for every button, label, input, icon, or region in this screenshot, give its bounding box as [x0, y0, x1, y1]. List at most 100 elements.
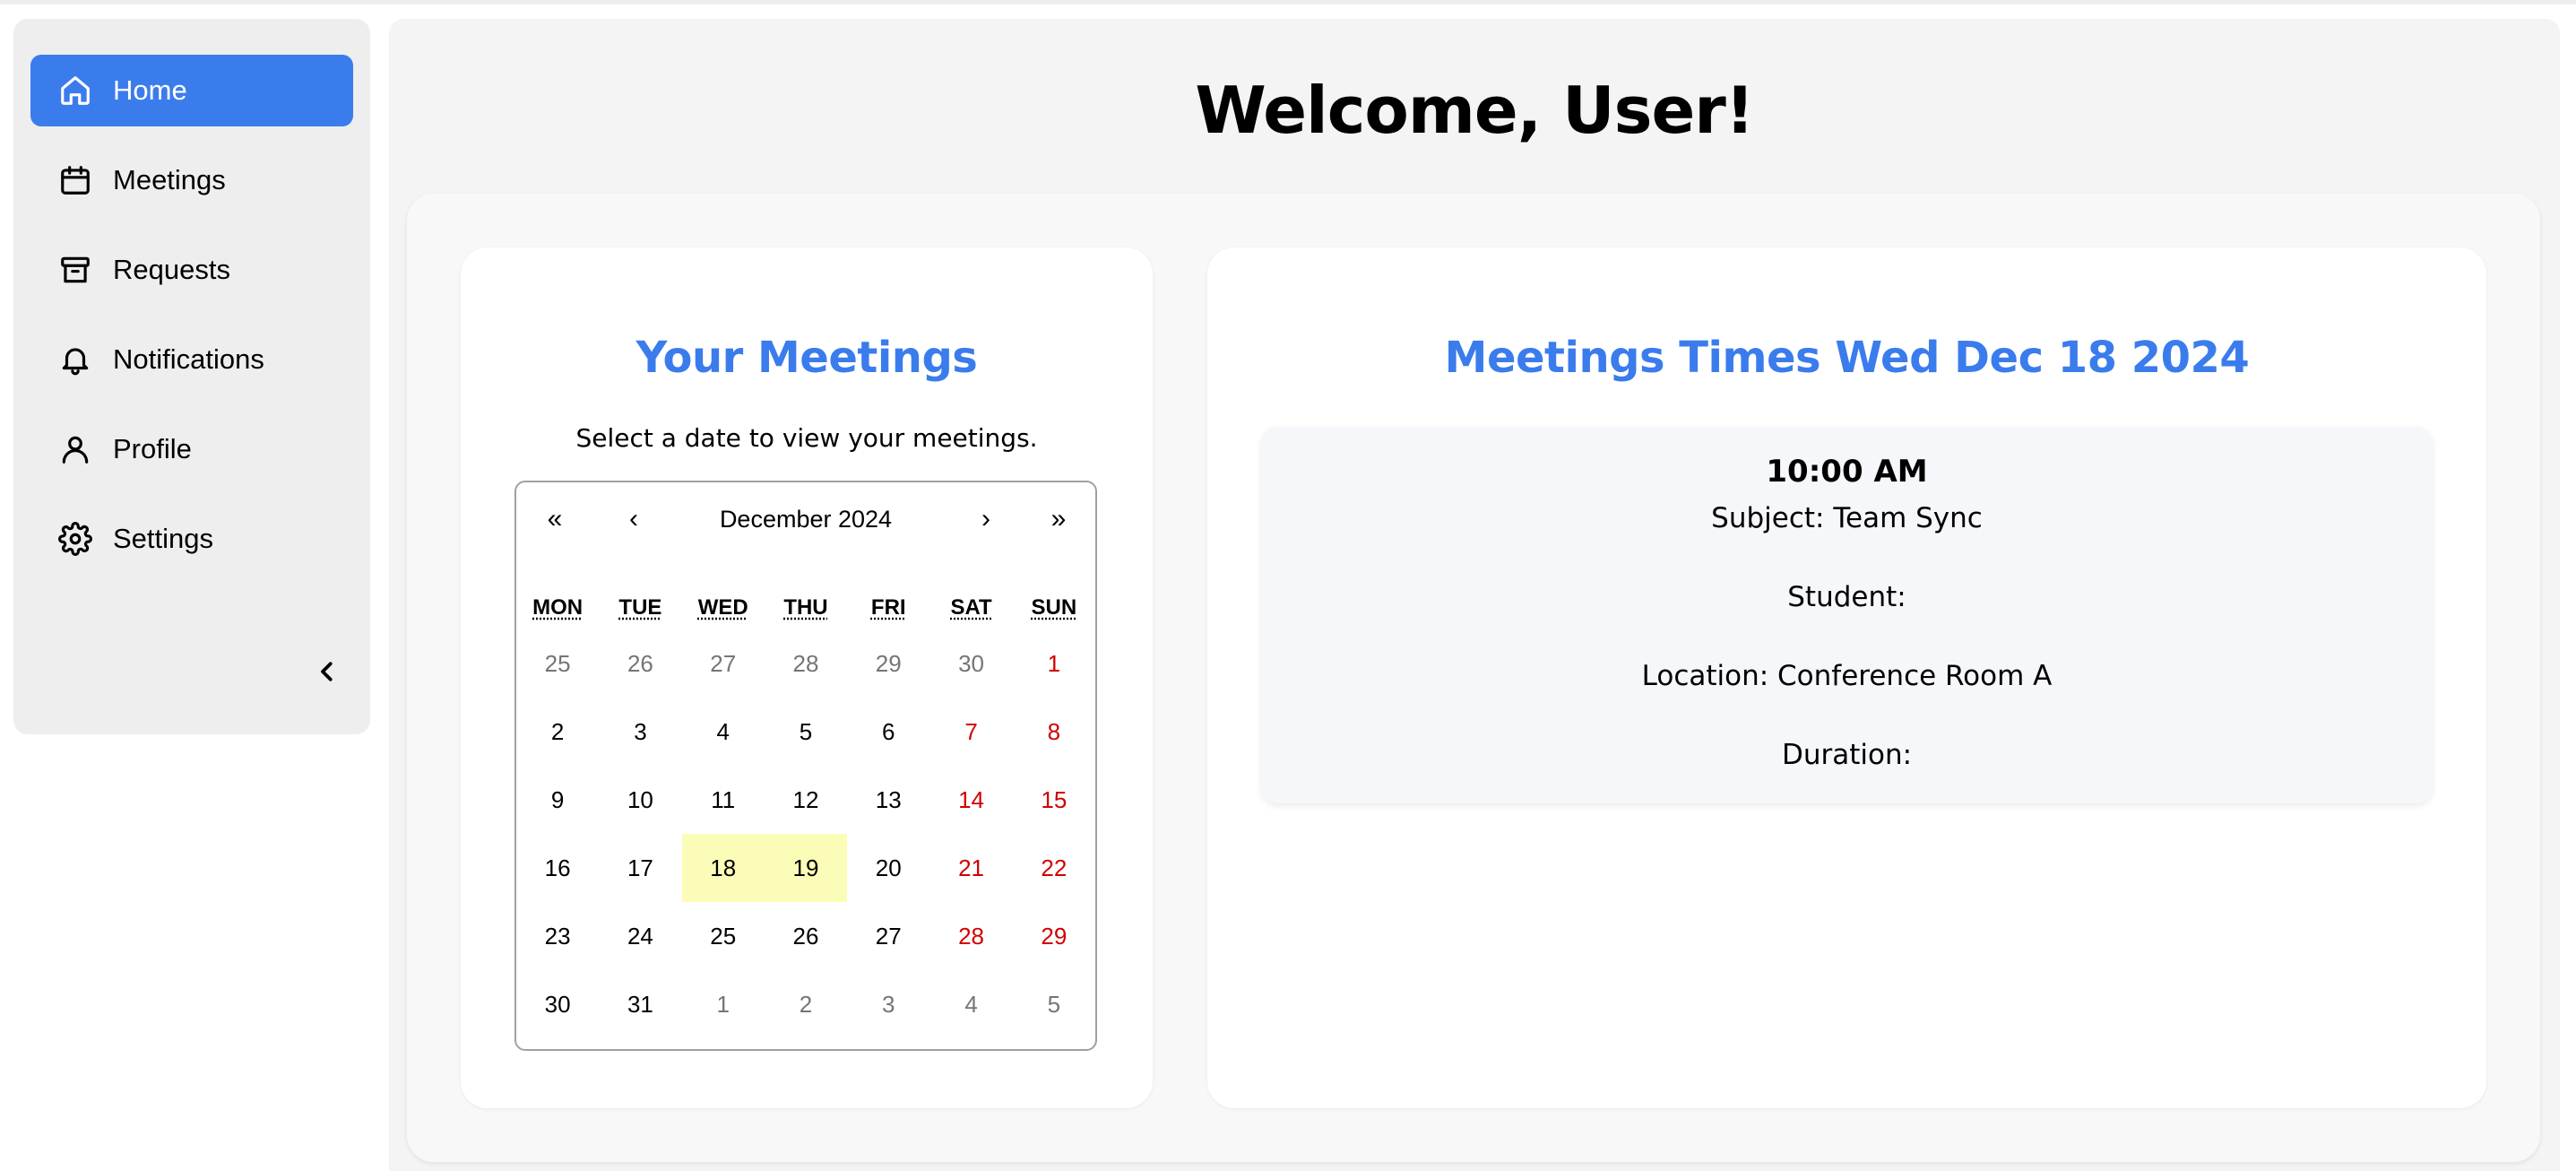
next-year-button[interactable]: »	[1027, 497, 1090, 542]
meeting-times-title: Meetings Times Wed Dec 18 2024	[1444, 333, 2250, 383]
sidebar-item-home[interactable]: Home	[30, 55, 353, 126]
sidebar: Home Meetings Requests Notifications Pro…	[13, 19, 370, 734]
weekday-header: MON TUE WED THU FRI SAT SUN	[516, 595, 1095, 620]
calendar-day[interactable]: 27	[682, 629, 765, 698]
meeting-subject: Subject: Team Sync	[1711, 502, 1983, 534]
sidebar-item-label: Notifications	[113, 343, 264, 375]
calendar-day[interactable]: 31	[599, 970, 681, 1038]
calendar-day[interactable]: 2	[765, 970, 847, 1038]
weekday-label: SAT	[950, 595, 992, 620]
sidebar-item-label: Requests	[113, 254, 230, 285]
calendar-day[interactable]: 29	[847, 629, 929, 698]
calendar-day[interactable]: 10	[599, 766, 681, 834]
page-title: Welcome, User!	[1195, 73, 1754, 148]
prev-month-button[interactable]: ‹	[602, 497, 665, 542]
month-label[interactable]: December 2024	[660, 497, 952, 542]
calendar-day[interactable]: 12	[765, 766, 847, 834]
user-icon	[57, 431, 93, 467]
calendar-icon	[57, 162, 93, 198]
calendar-week: 16 17 18 19 20 21 22	[516, 834, 1095, 902]
calendar-day[interactable]: 30	[516, 970, 599, 1038]
gear-icon	[57, 521, 93, 557]
your-meetings-title: Your Meetings	[635, 333, 978, 383]
chevron-left-icon	[314, 658, 341, 690]
sidebar-item-profile[interactable]: Profile	[30, 413, 353, 485]
calendar-day[interactable]: 22	[1013, 834, 1095, 902]
calendar: « ‹ December 2024 › » MON TUE WED THU FR…	[514, 481, 1097, 1051]
sidebar-item-requests[interactable]: Requests	[30, 234, 353, 306]
content-panel: Your Meetings Select a date to view your…	[407, 194, 2540, 1162]
sidebar-item-label: Settings	[113, 523, 214, 554]
calendar-week: 9 10 11 12 13 14 15	[516, 766, 1095, 834]
calendar-day[interactable]: 25	[516, 629, 599, 698]
calendar-day[interactable]: 21	[929, 834, 1012, 902]
calendar-day[interactable]: 18	[681, 834, 765, 902]
calendar-day[interactable]: 3	[847, 970, 929, 1038]
calendar-day[interactable]: 23	[516, 902, 599, 970]
calendar-day[interactable]: 6	[847, 698, 929, 766]
weekday-label: SUN	[1031, 595, 1077, 620]
calendar-day[interactable]: 16	[516, 834, 599, 902]
calendar-day[interactable]: 20	[847, 834, 929, 902]
calendar-navigation: « ‹ December 2024 › »	[516, 482, 1095, 559]
sidebar-item-label: Profile	[113, 433, 192, 464]
meeting-student: Student:	[1787, 581, 1906, 613]
sidebar-item-meetings[interactable]: Meetings	[30, 144, 353, 216]
sidebar-item-settings[interactable]: Settings	[30, 503, 353, 575]
main-area: Welcome, User! Your Meetings Select a da…	[389, 19, 2560, 1171]
meeting-duration: Duration:	[1781, 739, 1913, 771]
calendar-day[interactable]: 8	[1013, 698, 1095, 766]
calendar-day[interactable]: 15	[1013, 766, 1095, 834]
prev-year-button[interactable]: «	[523, 497, 586, 542]
calendar-day[interactable]: 26	[765, 902, 847, 970]
sidebar-item-notifications[interactable]: Notifications	[30, 324, 353, 395]
calendar-day[interactable]: 2	[516, 698, 599, 766]
calendar-week: 25 26 27 28 29 30 1	[516, 629, 1095, 698]
calendar-day[interactable]: 29	[1013, 902, 1095, 970]
calendar-day[interactable]: 25	[682, 902, 765, 970]
meeting-location: Location: Conference Room A	[1641, 660, 2053, 692]
archive-icon	[57, 252, 93, 288]
weekday-label: WED	[697, 595, 748, 620]
calendar-day[interactable]: 5	[1013, 970, 1095, 1038]
top-border	[0, 0, 2576, 4]
calendar-week: 2345678	[516, 698, 1095, 766]
calendar-day[interactable]: 24	[599, 902, 681, 970]
calendar-day[interactable]: 17	[599, 834, 681, 902]
calendar-day[interactable]: 4	[929, 970, 1012, 1038]
calendar-days: 25 26 27 28 29 30 1 2 3 4 5 6 7 8 9 10 11 12 13 14 15 16 17 18 1…	[516, 629, 1095, 1038]
calendar-day[interactable]: 1	[682, 970, 765, 1038]
calendar-week: 30 31 1 2 3 4 5	[516, 970, 1095, 1038]
collapse-sidebar-button[interactable]	[300, 646, 354, 700]
calendar-day[interactable]: 4	[682, 698, 765, 766]
calendar-day[interactable]: 9	[516, 766, 599, 834]
calendar-day[interactable]: 13	[847, 766, 929, 834]
calendar-day[interactable]: 30	[929, 629, 1012, 698]
calendar-week: 23 24 25 26 27 28 29	[516, 902, 1095, 970]
sidebar-item-label: Home	[113, 74, 187, 106]
calendar-day[interactable]: 28	[929, 902, 1012, 970]
meeting-time: 10:00 AM	[1766, 454, 1928, 490]
weekday-label: MON	[532, 595, 583, 620]
weekday-label: TUE	[618, 595, 662, 620]
bell-icon	[57, 342, 93, 377]
calendar-day[interactable]: 7	[929, 698, 1012, 766]
weekday-label: FRI	[870, 595, 906, 620]
weekday-label: THU	[783, 595, 828, 620]
home-icon	[57, 73, 93, 108]
calendar-day[interactable]: 5	[765, 698, 847, 766]
calendar-day[interactable]: 3	[599, 698, 681, 766]
calendar-day[interactable]: 26	[599, 629, 681, 698]
next-month-button[interactable]: ›	[955, 497, 1017, 542]
calendar-day[interactable]: 28	[765, 629, 847, 698]
sidebar-item-label: Meetings	[113, 164, 226, 195]
calendar-day[interactable]: 11	[682, 766, 765, 834]
calendar-instructions: Select a date to view your meetings.	[575, 423, 1038, 453]
calendar-day[interactable]: 19	[764, 834, 848, 902]
meeting-entry: 10:00 AM Subject: Team Sync Student: Loc…	[1261, 427, 2433, 803]
calendar-day[interactable]: 14	[929, 766, 1012, 834]
meeting-times-card: Meetings Times Wed Dec 18 2024 10:00 AM …	[1207, 247, 2486, 1108]
calendar-day[interactable]: 1	[1013, 629, 1095, 698]
your-meetings-card: Your Meetings Select a date to view your…	[461, 247, 1153, 1108]
calendar-day[interactable]: 27	[847, 902, 929, 970]
